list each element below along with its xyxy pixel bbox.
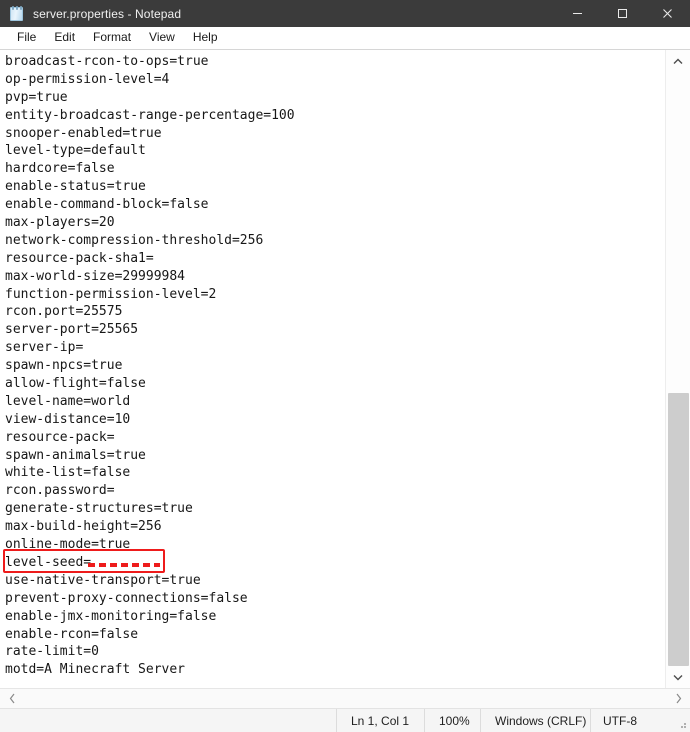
notepad-window: server.properties - Notepad File Edit Fo… xyxy=(0,0,690,732)
text-line: enable-command-block=false xyxy=(5,197,209,213)
text-line: op-permission-level=4 xyxy=(5,71,170,87)
text-line: server-port=25565 xyxy=(5,322,139,338)
maximize-button[interactable] xyxy=(600,0,645,27)
notepad-icon xyxy=(9,5,25,22)
text-line: level-type=default xyxy=(5,143,146,159)
status-cursor-position: Ln 1, Col 1 xyxy=(336,709,424,732)
horizontal-scrollbar[interactable] xyxy=(0,688,690,708)
menu-item-edit[interactable]: Edit xyxy=(45,28,84,47)
text-line: use-native-transport=true xyxy=(5,572,201,588)
text-editor[interactable]: broadcast-rcon-to-ops=true op-permission-… xyxy=(0,50,665,688)
status-bar: Ln 1, Col 1 100% Windows (CRLF) UTF-8 xyxy=(0,708,690,732)
scroll-left-icon[interactable] xyxy=(5,690,19,708)
scroll-down-icon[interactable] xyxy=(666,666,690,688)
text-line: allow-flight=false xyxy=(5,376,146,392)
text-line: level-seed= xyxy=(5,554,92,570)
text-line: rcon.port=25575 xyxy=(5,304,123,320)
text-line: white-list=false xyxy=(5,465,131,481)
status-spacer xyxy=(0,709,336,732)
text-line: level-name=world xyxy=(5,393,131,409)
text-line: enable-status=true xyxy=(5,179,146,195)
text-line: max-players=20 xyxy=(5,215,115,231)
resize-grip-icon[interactable] xyxy=(677,719,687,729)
text-line: resource-pack= xyxy=(5,429,115,445)
text-line: max-world-size=29999984 xyxy=(5,268,186,284)
editor-region: broadcast-rcon-to-ops=true op-permission-… xyxy=(0,49,690,708)
text-line: spawn-animals=true xyxy=(5,447,146,463)
menu-item-help[interactable]: Help xyxy=(184,28,227,47)
status-line-ending[interactable]: Windows (CRLF) xyxy=(480,709,590,732)
text-line: motd=A Minecraft Server xyxy=(5,662,186,678)
menu-item-format[interactable]: Format xyxy=(84,28,140,47)
status-zoom-level[interactable]: 100% xyxy=(424,709,480,732)
text-line: view-distance=10 xyxy=(5,411,131,427)
menu-bar: File Edit Format View Help xyxy=(0,27,690,49)
menu-item-view[interactable]: View xyxy=(140,28,184,47)
text-line: function-permission-level=2 xyxy=(5,286,217,302)
vertical-scroll-track[interactable] xyxy=(666,72,690,666)
text-line: rcon.password= xyxy=(5,483,115,499)
text-line: broadcast-rcon-to-ops=true xyxy=(5,54,209,69)
text-line: hardcore=false xyxy=(5,161,115,177)
status-encoding[interactable]: UTF-8 xyxy=(590,709,690,732)
window-title: server.properties - Notepad xyxy=(33,6,182,21)
scroll-right-icon[interactable] xyxy=(671,690,685,708)
text-line: enable-jmx-monitoring=false xyxy=(5,608,217,624)
text-line: enable-rcon=false xyxy=(5,626,139,642)
text-line: online-mode=true xyxy=(5,537,131,553)
vertical-scroll-thumb[interactable] xyxy=(668,392,689,666)
text-line: rate-limit=0 xyxy=(5,644,99,660)
text-line: spawn-npcs=true xyxy=(5,358,123,374)
text-line: entity-broadcast-range-percentage=100 xyxy=(5,107,295,123)
text-line: snooper-enabled=true xyxy=(5,125,162,141)
text-line: generate-structures=true xyxy=(5,501,193,517)
window-controls xyxy=(555,0,690,27)
menu-item-file[interactable]: File xyxy=(8,28,45,47)
text-line: server-ip= xyxy=(5,340,84,356)
text-line: resource-pack-sha1= xyxy=(5,250,154,266)
minimize-button[interactable] xyxy=(555,0,600,27)
text-line: prevent-proxy-connections=false xyxy=(5,590,248,606)
close-button[interactable] xyxy=(645,0,690,27)
vertical-scrollbar[interactable] xyxy=(665,50,690,688)
text-line: pvp=true xyxy=(5,89,68,105)
text-line: max-build-height=256 xyxy=(5,519,162,535)
title-bar: server.properties - Notepad xyxy=(0,0,690,27)
text-line: network-compression-threshold=256 xyxy=(5,232,264,248)
scroll-up-icon[interactable] xyxy=(666,50,690,72)
